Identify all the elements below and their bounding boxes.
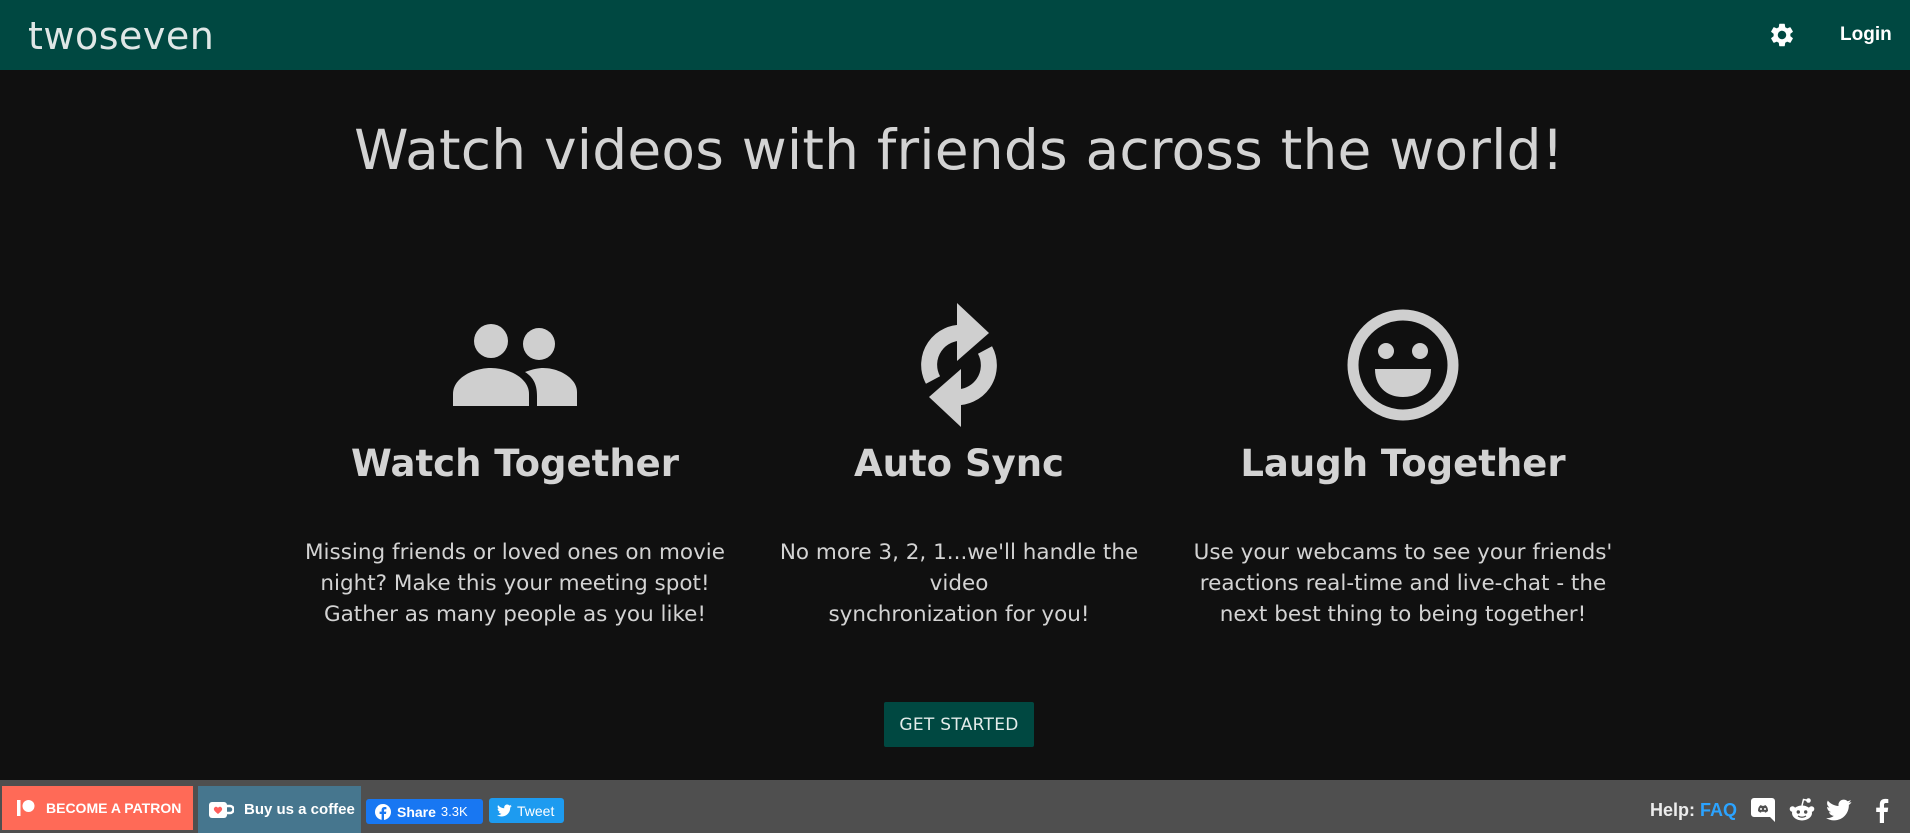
discord-icon[interactable] — [1750, 797, 1776, 823]
facebook-share-button[interactable]: Share 3.3K — [366, 799, 483, 824]
feature-description-line: synchronization for you! — [828, 602, 1090, 627]
feature-description-line: reactions real-time and live-chat - the — [1199, 571, 1607, 596]
feature-description-line: Missing friends or loved ones on movie — [305, 540, 725, 565]
feature-title: Watch Together — [351, 442, 679, 485]
feature-description-line: Gather as many people as you like! — [323, 602, 707, 627]
login-link[interactable]: Login — [1840, 24, 1892, 46]
feature-description-line: No more 3, 2, 1...we'll handle the video — [779, 540, 1139, 596]
facebook-share-label: Share — [397, 803, 436, 820]
brand-logo-text[interactable]: twoseven — [28, 14, 214, 58]
feature-description-line: night? Make this your meeting spot! — [320, 571, 710, 596]
feature-description-line: Use your webcams to see your friends' — [1193, 540, 1613, 565]
footer-bar: BECOME A PATRON Buy us a coffee Share 3.… — [0, 780, 1910, 833]
top-navbar: twoseven Login — [0, 0, 1910, 70]
feature-description: Use your webcams to see your friends' re… — [1193, 537, 1613, 630]
tweet-button[interactable]: Tweet — [489, 798, 564, 823]
help-label: Help: — [1650, 800, 1695, 820]
reddit-icon[interactable] — [1789, 797, 1815, 823]
feature-description: Missing friends or loved ones on movie n… — [305, 537, 725, 630]
patreon-icon — [17, 800, 35, 816]
feature-icon-wrap — [305, 300, 725, 430]
twitter-icon[interactable] — [1826, 797, 1852, 823]
faq-link[interactable]: FAQ — [1700, 800, 1737, 820]
buy-coffee-label: Buy us a coffee — [244, 801, 355, 818]
become-patron-label: BECOME A PATRON — [46, 800, 182, 816]
twitter-bird-icon — [497, 804, 512, 817]
feature-title: Laugh Together — [1240, 442, 1566, 485]
feature-icon-wrap — [749, 300, 1169, 430]
smiley-icon — [1347, 309, 1459, 421]
gear-icon[interactable] — [1768, 21, 1796, 49]
tweet-label: Tweet — [517, 802, 555, 819]
become-patron-button[interactable]: BECOME A PATRON — [2, 786, 193, 830]
help-section: Help: FAQ — [1650, 800, 1737, 821]
feature-icon-wrap — [1193, 300, 1613, 430]
facebook-icon[interactable] — [1869, 797, 1895, 823]
feature-watch-together: Watch Together Missing friends or loved … — [305, 300, 725, 630]
sync-icon — [921, 303, 997, 427]
feature-laugh-together: Laugh Together Use your webcams to see y… — [1193, 300, 1613, 630]
facebook-share-count: 3.3K — [440, 804, 468, 819]
get-started-button[interactable]: GET STARTED — [884, 702, 1034, 747]
people-icon — [453, 324, 577, 406]
feature-auto-sync: Auto Sync No more 3, 2, 1...we'll handle… — [749, 300, 1169, 630]
coffee-cup-icon — [209, 801, 234, 818]
feature-description: No more 3, 2, 1...we'll handle the video… — [749, 537, 1169, 630]
feature-title: Auto Sync — [853, 442, 1064, 485]
facebook-circle-icon — [375, 803, 391, 820]
feature-description-line: next best thing to being together! — [1219, 602, 1587, 627]
buy-coffee-button[interactable]: Buy us a coffee — [198, 786, 361, 833]
hero-title: Watch videos with friends across the wor… — [354, 118, 1564, 182]
